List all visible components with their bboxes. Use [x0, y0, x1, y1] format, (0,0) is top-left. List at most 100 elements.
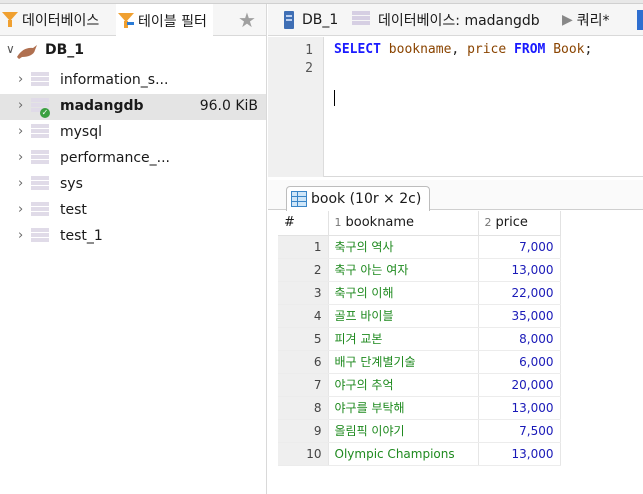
text-cursor — [334, 90, 335, 106]
table-row[interactable]: 3 축구의 이해 22,000 — [278, 281, 561, 305]
database-icon — [31, 124, 49, 142]
cell-bookname[interactable]: 축구의 이해 — [328, 281, 479, 305]
tree-item-test[interactable]: › test — [0, 198, 266, 224]
database-icon — [31, 150, 49, 168]
row-number: 9 — [278, 419, 329, 443]
tree-item-madangdb[interactable]: › ✓ madangdb 96.0 KiB — [0, 94, 266, 120]
cell-bookname[interactable]: 야구의 추억 — [328, 373, 479, 397]
tree-item-sys[interactable]: › sys — [0, 172, 266, 198]
tree-item-information-schema[interactable]: › information_s... — [0, 68, 266, 94]
table-row[interactable]: 4 골프 바이블 35,000 — [278, 304, 561, 328]
tab-query-label: 쿼리* — [576, 13, 610, 29]
tree-item-performance-schema[interactable]: › performance_... — [0, 146, 266, 172]
row-number: 1 — [278, 235, 329, 259]
chevron-down-icon[interactable]: ∨ — [6, 42, 15, 56]
line-number-gutter: 1 2 — [268, 37, 324, 177]
chevron-right-icon[interactable]: › — [18, 150, 23, 165]
chevron-right-icon[interactable]: › — [18, 228, 23, 243]
row-number: 7 — [278, 373, 329, 397]
row-number: 10 — [278, 442, 329, 466]
cell-bookname[interactable]: 축구 아는 여자 — [328, 258, 479, 282]
sql-punct: , — [451, 42, 460, 57]
table-row[interactable]: 2 축구 아는 여자 13,000 — [278, 258, 561, 282]
chevron-right-icon[interactable]: › — [18, 98, 23, 113]
tree-item-label: mysql — [60, 124, 102, 140]
chevron-right-icon[interactable]: › — [18, 176, 23, 191]
tab-query[interactable]: ▶ 쿼리* — [562, 4, 610, 35]
table-row[interactable]: 5 피겨 교본 8,000 — [278, 327, 561, 351]
cell-price[interactable]: 13,000 — [478, 258, 561, 282]
cell-bookname[interactable]: 올림픽 이야기 — [328, 419, 479, 443]
filter-icon — [2, 12, 18, 28]
column-header-price[interactable]: 2 price — [478, 211, 561, 236]
tab-result-book[interactable]: book (10r × 2c) — [286, 186, 431, 211]
cell-price[interactable]: 7,500 — [478, 419, 561, 443]
tab-database-label: 데이터베이스: madangdb — [378, 13, 540, 29]
cell-price[interactable]: 22,000 — [478, 281, 561, 305]
table-row[interactable]: 10 Olympic Champions 13,000 — [278, 442, 561, 466]
column-header-rownum[interactable]: # — [278, 211, 329, 236]
tree-item-test-1[interactable]: › test_1 — [0, 224, 266, 250]
cell-price[interactable]: 6,000 — [478, 350, 561, 374]
main-tabs: DB_1 데이터베이스: madangdb ▶ 쿼리* — [268, 4, 643, 36]
cell-bookname[interactable]: 축구의 역사 — [328, 235, 479, 259]
tree-item-label: test_1 — [60, 228, 103, 244]
chevron-right-icon[interactable]: › — [18, 202, 23, 217]
result-header-row: # 1 bookname 2 price — [278, 211, 561, 236]
result-panel: book (10r × 2c) # 1 bookname 2 price 1 축구의 … — [268, 180, 643, 494]
favorite-star-icon[interactable]: ★ — [238, 8, 256, 32]
table-filter-icon — [118, 12, 134, 29]
database-navigator: 데이터베이스 테이블 필터 ★ ∨ DB_1 › information_s..… — [0, 4, 267, 494]
tab-server-label: DB_1 — [302, 12, 339, 28]
tab-database-label: 데이터베이스 — [22, 13, 100, 29]
cell-bookname[interactable]: 골프 바이블 — [328, 304, 479, 328]
table-row[interactable]: 9 올림픽 이야기 7,500 — [278, 419, 561, 443]
tree-root-db1[interactable]: ∨ DB_1 — [0, 40, 266, 64]
tree-item-size: 96.0 KiB — [199, 98, 258, 114]
column-index: 2 — [484, 216, 492, 230]
sql-code-line[interactable]: SELECT bookname, price FROM Book; — [334, 42, 592, 57]
navigator-tabs: 데이터베이스 테이블 필터 ★ — [0, 4, 266, 37]
cell-bookname[interactable]: 피겨 교본 — [328, 327, 479, 351]
main-area: DB_1 데이터베이스: madangdb ▶ 쿼리* 1 2 SELECT b… — [268, 4, 643, 494]
sql-editor[interactable]: 1 2 SELECT bookname, price FROM Book; — [268, 37, 643, 177]
cell-bookname[interactable]: 야구를 부탁해 — [328, 396, 479, 420]
result-tabs: book (10r × 2c) — [268, 180, 643, 211]
sql-identifier: bookname — [388, 42, 452, 57]
chevron-right-icon[interactable]: › — [18, 72, 23, 87]
tab-server-db1[interactable]: DB_1 — [284, 4, 339, 35]
database-icon — [31, 176, 49, 194]
cell-price[interactable]: 13,000 — [478, 396, 561, 420]
cell-bookname[interactable]: Olympic Champions — [328, 442, 479, 466]
row-number: 2 — [278, 258, 329, 282]
tree-item-mysql[interactable]: › mysql — [0, 120, 266, 146]
server-icon — [284, 11, 294, 29]
cell-price[interactable]: 20,000 — [478, 373, 561, 397]
cell-price[interactable]: 7,000 — [478, 235, 561, 259]
tree-item-label: test — [60, 202, 87, 218]
tree-item-label: information_s... — [60, 72, 169, 88]
cell-price[interactable]: 35,000 — [478, 304, 561, 328]
cell-price[interactable]: 13,000 — [478, 442, 561, 466]
database-icon — [352, 11, 370, 29]
column-header-label: price — [495, 215, 528, 231]
database-icon — [31, 202, 49, 220]
cell-bookname[interactable]: 배구 단계별기술 — [328, 350, 479, 374]
table-row[interactable]: 8 야구를 부탁해 13,000 — [278, 396, 561, 420]
table-row[interactable]: 1 축구의 역사 7,000 — [278, 235, 561, 259]
tab-database-madangdb[interactable]: 데이터베이스: madangdb — [352, 4, 540, 35]
tab-overflow-indicator[interactable] — [637, 10, 643, 30]
column-index: 1 — [334, 216, 342, 230]
table-row[interactable]: 7 야구의 추억 20,000 — [278, 373, 561, 397]
row-number: 8 — [278, 396, 329, 420]
column-header-bookname[interactable]: 1 bookname — [328, 211, 479, 236]
chevron-right-icon[interactable]: › — [18, 124, 23, 139]
tab-table-filter[interactable]: 테이블 필터 — [116, 4, 213, 37]
row-number: 4 — [278, 304, 329, 328]
tab-database[interactable]: 데이터베이스 — [0, 4, 99, 36]
active-check-icon: ✓ — [40, 108, 50, 118]
row-number: 5 — [278, 327, 329, 351]
table-row[interactable]: 6 배구 단계별기술 6,000 — [278, 350, 561, 374]
cell-price[interactable]: 8,000 — [478, 327, 561, 351]
tree-item-label: madangdb — [60, 98, 144, 114]
